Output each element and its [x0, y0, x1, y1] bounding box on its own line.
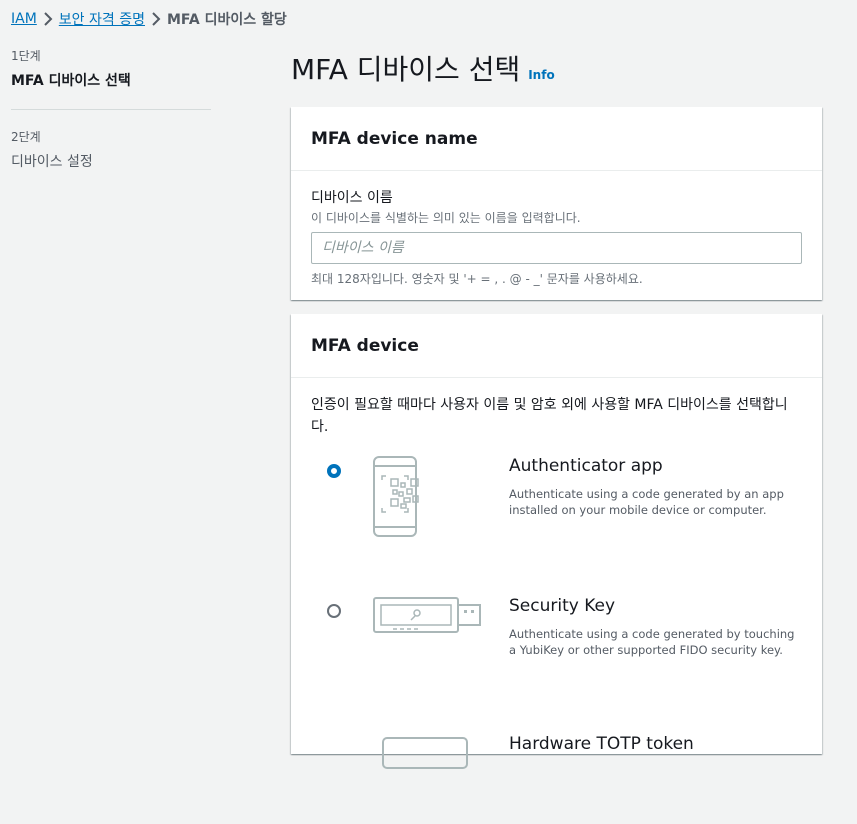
breadcrumb-current: MFA 디바이스 할당 [166, 12, 287, 28]
card-title: MFA device [311, 335, 419, 356]
option-title: Authenticator app [509, 456, 663, 476]
step-title: 디바이스 설정 [11, 154, 93, 170]
card-header: MFA device [291, 314, 822, 378]
device-name-label: 디바이스 이름 [311, 190, 393, 206]
card-body: 디바이스 이름 이 디바이스를 식별하는 의미 있는 이름을 입력합니다. 최대… [291, 171, 822, 303]
usb-key-icon [371, 596, 483, 640]
step-divider [11, 109, 211, 110]
card-body: 인증이 필요할 때마다 사용자 이름 및 암호 외에 사용할 MFA 디바이스를… [291, 378, 822, 454]
breadcrumb-security-credentials-link[interactable]: 보안 자격 증명 [59, 9, 145, 29]
option-security-key[interactable]: Security Key Authenticate using a code g… [291, 596, 822, 696]
step-title: MFA 디바이스 선택 [11, 73, 131, 89]
mfa-device-name-card: MFA device name 디바이스 이름 이 디바이스를 식별하는 의미 … [291, 107, 822, 300]
info-link[interactable]: Info [528, 68, 554, 82]
card-header: MFA device name [291, 107, 822, 171]
step-1: 1단계 MFA 디바이스 선택 [11, 47, 211, 90]
wizard-steps: 1단계 MFA 디바이스 선택 2단계 디바이스 설정 [11, 47, 211, 171]
card-title: MFA device name [311, 128, 478, 149]
page-header: MFA 디바이스 선택 Info [291, 48, 555, 88]
step-2: 2단계 디바이스 설정 [11, 128, 211, 171]
hardware-token-icon [371, 736, 483, 780]
breadcrumb: IAM 보안 자격 증명 MFA 디바이스 할당 [11, 9, 287, 29]
option-title: Security Key [509, 596, 616, 616]
device-name-description: 이 디바이스를 식별하는 의미 있는 이름을 입력합니다. [311, 211, 581, 225]
radio-security-key[interactable] [327, 604, 341, 618]
device-name-input[interactable] [311, 232, 802, 264]
option-description: Authenticate using a code generated by a… [509, 487, 784, 517]
chevron-right-icon [37, 10, 59, 28]
phone-qr-icon [371, 456, 431, 542]
radio-authenticator-app[interactable] [327, 464, 341, 478]
step-number: 1단계 [11, 49, 41, 63]
mfa-device-card: MFA device 인증이 필요할 때마다 사용자 이름 및 암호 외에 사용… [291, 314, 822, 769]
device-name-constraint: 최대 128자입니다. 영숫자 및 '+ = , . @ - _' 문자를 사용… [311, 272, 643, 286]
chevron-right-icon [145, 10, 167, 28]
option-hardware-totp[interactable]: Hardware TOTP token [291, 724, 822, 824]
option-title: Hardware TOTP token [509, 734, 694, 754]
device-instruction: 인증이 필요할 때마다 사용자 이름 및 암호 외에 사용할 MFA 디바이스를… [311, 397, 788, 435]
option-authenticator-app[interactable]: Authenticator app Authenticate using a c… [291, 456, 822, 556]
option-description: Authenticate using a code generated by t… [509, 627, 795, 657]
page-title: MFA 디바이스 선택 [291, 53, 521, 86]
breadcrumb-iam-link[interactable]: IAM [11, 11, 37, 27]
step-number: 2단계 [11, 130, 41, 144]
